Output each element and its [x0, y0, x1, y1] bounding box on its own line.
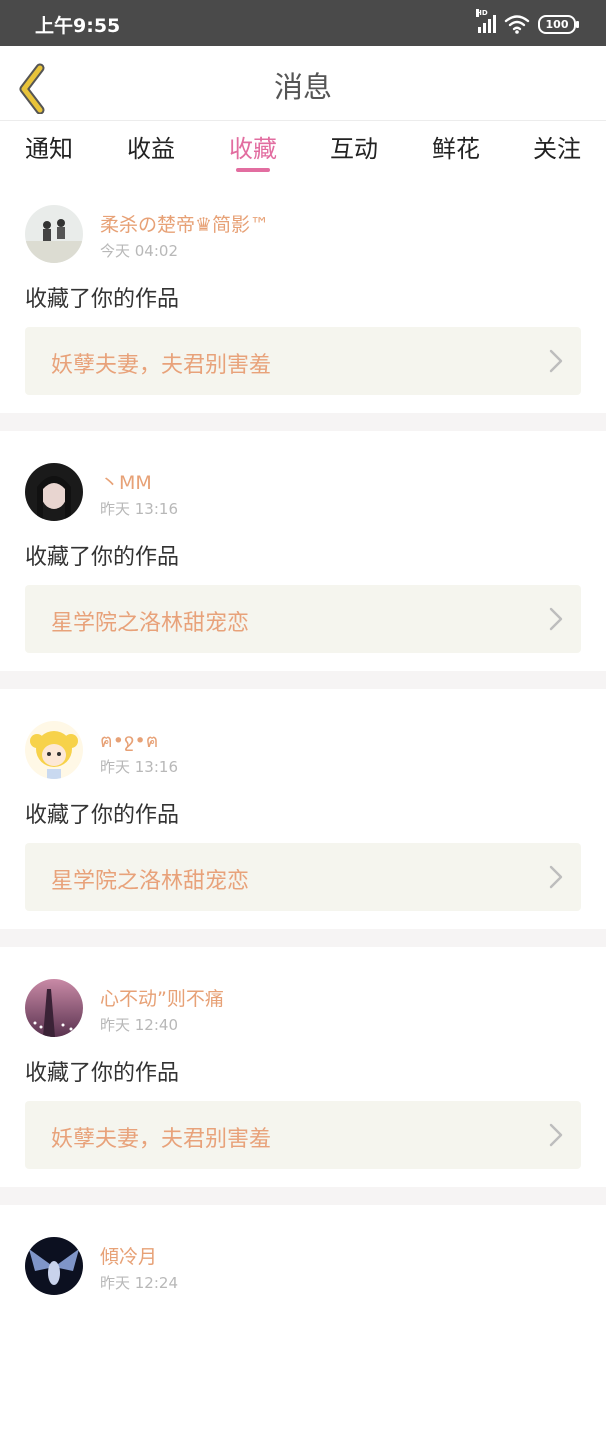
tab-favorites[interactable]: 收藏	[229, 129, 277, 164]
notification-item: 傾冷月 昨天 12:24	[0, 1205, 606, 1445]
tab-earnings[interactable]: 收益	[127, 129, 175, 164]
action-text: 收藏了你的作品	[25, 545, 180, 570]
divider	[0, 671, 606, 689]
chevron-right-icon	[549, 607, 563, 631]
action-text: 收藏了你的作品	[25, 1061, 180, 1086]
notification-item: 丶MM 昨天 13:16 收藏了你的作品 星学院之洛林甜宠恋	[0, 431, 606, 671]
chevron-right-icon	[549, 349, 563, 373]
avatar-image	[25, 463, 83, 521]
user-avatar[interactable]	[25, 721, 83, 779]
notification-list: 柔杀の楚帝♛简影™ 今天 04:02 收藏了你的作品 妖孽夫妻，夫君别害羞 丶M…	[0, 173, 606, 1445]
divider	[0, 929, 606, 947]
timestamp: 昨天 12:40	[100, 1016, 178, 1034]
work-title: 妖孽夫妻，夫君别害羞	[51, 1127, 272, 1152]
battery-icon: 100	[538, 14, 579, 34]
status-icons: HD 100	[476, 9, 579, 34]
notification-item: ฅ•ջ•ฅ 昨天 13:16 收藏了你的作品 星学院之洛林甜宠恋	[0, 689, 606, 929]
user-avatar[interactable]	[25, 463, 83, 521]
user-avatar[interactable]	[25, 205, 83, 263]
work-link[interactable]: 妖孽夫妻，夫君别害羞	[25, 327, 581, 395]
avatar-image	[25, 205, 83, 263]
work-link[interactable]: 星学院之洛林甜宠恋	[25, 843, 581, 911]
wifi-icon	[504, 15, 530, 34]
page-title: 消息	[273, 70, 332, 104]
tab-interactions[interactable]: 互动	[330, 129, 378, 164]
timestamp: 今天 04:02	[100, 242, 178, 260]
status-time: 上午9:55	[35, 15, 121, 37]
avatar-image	[25, 721, 83, 779]
divider	[0, 413, 606, 431]
work-title: 星学院之洛林甜宠恋	[51, 869, 250, 894]
navigation-bar: 消息	[0, 46, 606, 121]
avatar-image	[25, 1237, 83, 1295]
avatar-image	[25, 979, 83, 1037]
status-bar: 上午9:55 HD 100	[0, 0, 606, 46]
active-tab-indicator	[236, 168, 270, 172]
chevron-right-icon	[549, 865, 563, 889]
work-title: 星学院之洛林甜宠恋	[51, 611, 250, 636]
tab-follows[interactable]: 关注	[533, 129, 581, 164]
work-title: 妖孽夫妻，夫君别害羞	[51, 353, 272, 378]
timestamp: 昨天 13:16	[100, 500, 178, 518]
action-text: 收藏了你的作品	[25, 803, 180, 828]
timestamp: 昨天 12:24	[100, 1274, 178, 1292]
tab-flowers[interactable]: 鲜花	[432, 129, 480, 164]
action-text: 收藏了你的作品	[25, 287, 180, 312]
user-avatar[interactable]	[25, 979, 83, 1037]
username[interactable]: 柔杀の楚帝♛简影™	[100, 210, 269, 237]
chevron-right-icon	[549, 1123, 563, 1147]
cellular-signal-icon: HD	[476, 9, 496, 33]
timestamp: 昨天 13:16	[100, 758, 178, 776]
work-link[interactable]: 妖孽夫妻，夫君别害羞	[25, 1101, 581, 1169]
hd-label: HD	[476, 9, 488, 17]
username[interactable]: 心不动”则不痛	[100, 984, 224, 1011]
tab-notifications[interactable]: 通知	[25, 129, 73, 164]
username[interactable]: 傾冷月	[100, 1242, 157, 1269]
username[interactable]: ฅ•ջ•ฅ	[100, 726, 158, 756]
username[interactable]: 丶MM	[100, 468, 152, 495]
tab-bar: 通知 收益 收藏 互动 鲜花 关注	[0, 121, 606, 173]
notification-item: 心不动”则不痛 昨天 12:40 收藏了你的作品 妖孽夫妻，夫君别害羞	[0, 947, 606, 1187]
divider	[0, 1187, 606, 1205]
notification-item: 柔杀の楚帝♛简影™ 今天 04:02 收藏了你的作品 妖孽夫妻，夫君别害羞	[0, 173, 606, 413]
user-avatar[interactable]	[25, 1237, 83, 1295]
work-link[interactable]: 星学院之洛林甜宠恋	[25, 585, 581, 653]
